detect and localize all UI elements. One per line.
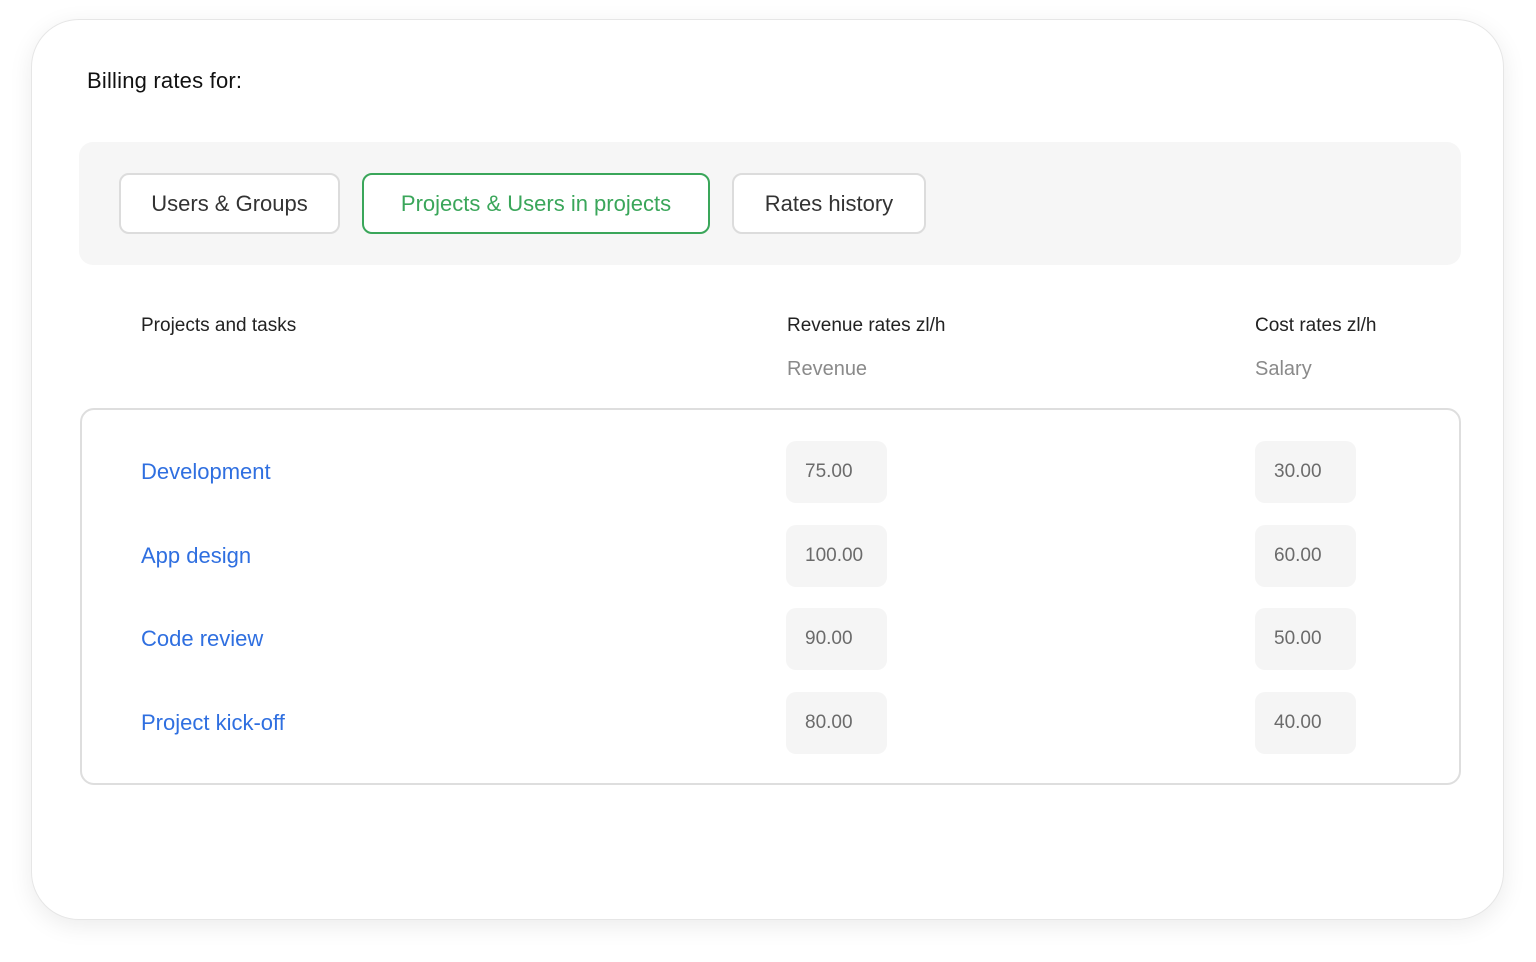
revenue-rate-field[interactable]: 100.00: [786, 525, 887, 587]
column-header-revenue: Revenue rates zl/h: [787, 315, 946, 336]
cost-rate-field[interactable]: 50.00: [1255, 608, 1356, 670]
rates-table: Development 75.00 30.00 App design 100.0…: [80, 408, 1461, 785]
task-link-project-kick-off[interactable]: Project kick-off: [141, 692, 285, 754]
tab-rates-history[interactable]: Rates history: [732, 173, 926, 234]
tab-users-groups[interactable]: Users & Groups: [119, 173, 340, 234]
billing-rates-card: Billing rates for: Users & Groups Projec…: [31, 19, 1504, 920]
cost-rate-field[interactable]: 60.00: [1255, 525, 1356, 587]
column-header-projects: Projects and tasks: [141, 315, 297, 336]
table-row: Development 75.00 30.00: [82, 441, 1459, 503]
tab-projects-users[interactable]: Projects & Users in projects: [362, 173, 710, 234]
cost-rate-field[interactable]: 40.00: [1255, 692, 1356, 754]
cost-rate-field[interactable]: 30.00: [1255, 441, 1356, 503]
table-row: Project kick-off 80.00 40.00: [82, 692, 1459, 754]
task-link-app-design[interactable]: App design: [141, 525, 251, 587]
table-row: App design 100.00 60.00: [82, 525, 1459, 587]
revenue-rate-field[interactable]: 80.00: [786, 692, 887, 754]
column-header-cost: Cost rates zl/h: [1255, 315, 1377, 336]
page-title: Billing rates for:: [87, 68, 243, 93]
column-subheader-salary: Salary: [1255, 358, 1312, 380]
tab-bar: Users & Groups Projects & Users in proje…: [79, 142, 1461, 265]
task-link-code-review[interactable]: Code review: [141, 608, 263, 670]
revenue-rate-field[interactable]: 90.00: [786, 608, 887, 670]
table-row: Code review 90.00 50.00: [82, 608, 1459, 670]
task-link-development[interactable]: Development: [141, 441, 271, 503]
column-subheader-revenue: Revenue: [787, 358, 868, 380]
revenue-rate-field[interactable]: 75.00: [786, 441, 887, 503]
